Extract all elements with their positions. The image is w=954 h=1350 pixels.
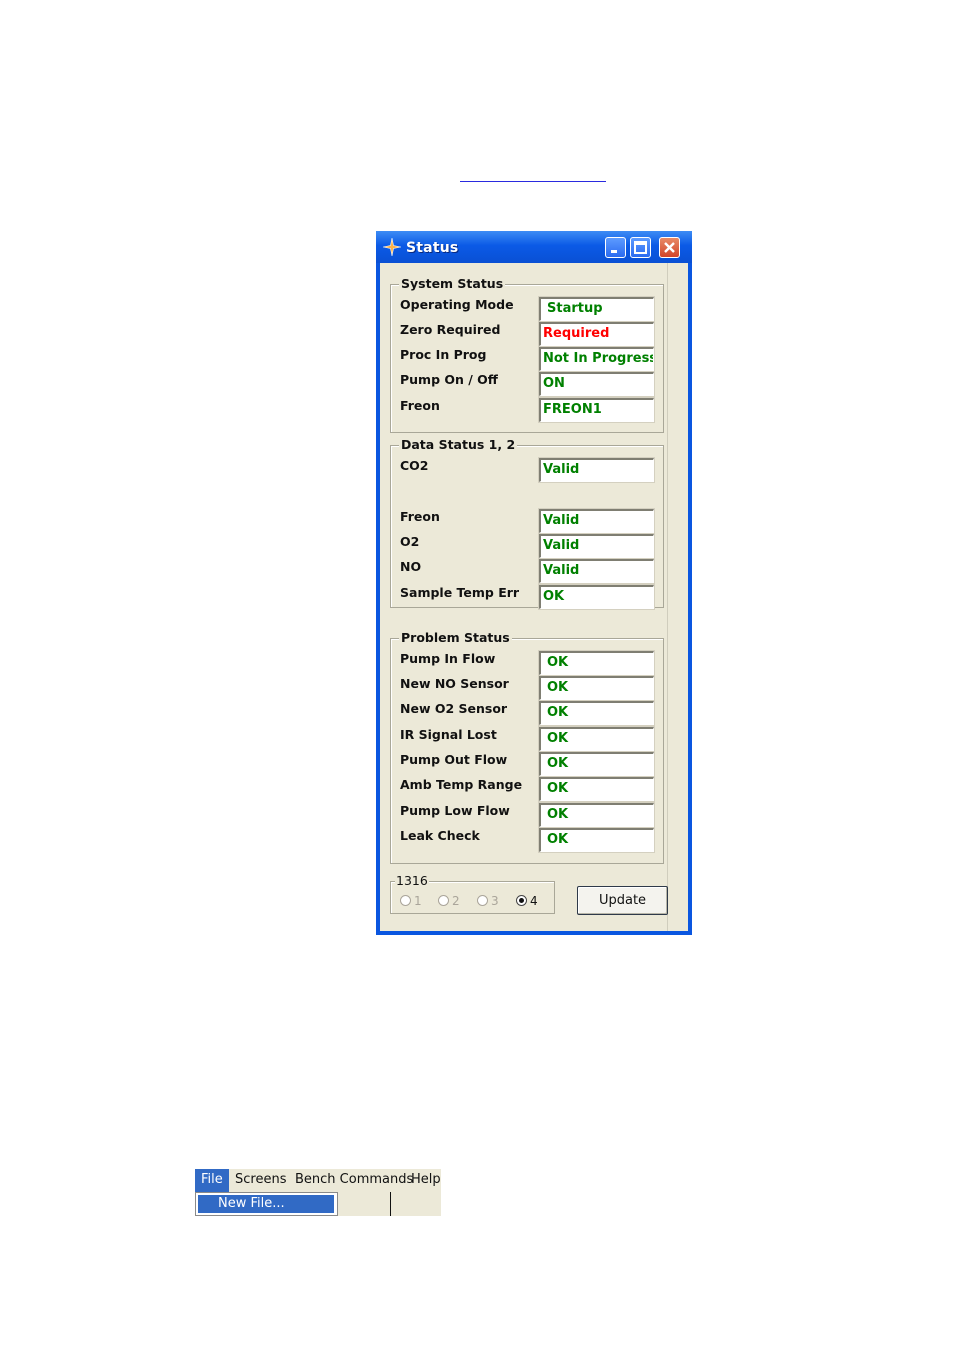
menu-file[interactable]: File [195, 1169, 229, 1192]
no-field: Valid [538, 558, 655, 584]
title-bar[interactable]: Status [376, 231, 692, 263]
co2-field: Valid [538, 457, 655, 483]
bench-group-title: 1316 [395, 873, 429, 889]
ir-signal-lost-field: OK [538, 726, 655, 752]
o2-label: O2 [400, 534, 420, 549]
proc-in-prog-label: Proc In Prog [400, 347, 487, 362]
pump-out-flow-field: OK [538, 751, 655, 777]
no-label: NO [400, 559, 422, 574]
menu-new-file[interactable]: New File... [198, 1195, 334, 1213]
sample-temp-err-label: Sample Temp Err [400, 585, 520, 600]
maximize-icon [634, 241, 647, 254]
minimize-button[interactable] [605, 237, 626, 258]
pump-low-flow-label: Pump Low Flow [400, 803, 510, 818]
pump-in-flow-label: Pump In Flow [400, 651, 496, 666]
new-o2-sensor-field: OK [538, 700, 655, 726]
co2-label: CO2 [400, 458, 429, 473]
menu-screens[interactable]: Screens [229, 1169, 292, 1192]
pump-out-flow-label: Pump Out Flow [400, 752, 508, 767]
status-window: Status System Status Operating Mode Star… [376, 231, 692, 935]
operating-mode-label: Operating Mode [400, 297, 514, 312]
pump-on-off-label: Pump On / Off [400, 372, 498, 387]
update-button[interactable]: Update [577, 886, 668, 915]
new-o2-sensor-label: New O2 Sensor [400, 701, 508, 716]
bench-radio-2[interactable]: 2 [438, 894, 460, 908]
o2-field: Valid [538, 533, 655, 559]
system-status-title: System Status [399, 276, 506, 292]
sample-temp-err-field: OK [538, 584, 655, 610]
maximize-button[interactable] [630, 237, 651, 258]
new-no-sensor-label: New NO Sensor [400, 676, 509, 691]
new-no-sensor-field: OK [538, 675, 655, 701]
operating-mode-field: Startup [538, 296, 655, 322]
app-icon [383, 238, 401, 256]
bench-radio-3[interactable]: 3 [477, 894, 499, 908]
data-status-title: Data Status 1, 2 [399, 437, 518, 453]
menu-bar: File Screens Bench Commands Help New Fil… [195, 1169, 441, 1216]
data-freon-label: Freon [400, 509, 440, 524]
window-title: Status [406, 240, 459, 256]
pump-in-flow-field: OK [538, 650, 655, 676]
amb-temp-range-label: Amb Temp Range [400, 777, 523, 792]
minimize-icon [611, 250, 617, 253]
window-client-area: System Status Operating Mode Startup Zer… [380, 263, 688, 931]
close-button[interactable] [659, 237, 680, 258]
zero-required-field: Required [538, 321, 655, 347]
close-icon [664, 242, 675, 253]
bench-radio-4[interactable]: 4 [516, 894, 538, 908]
file-dropdown: New File... [195, 1192, 338, 1216]
menu-help[interactable]: Help [405, 1169, 447, 1192]
hyperlink-underline[interactable] [460, 181, 606, 182]
zero-required-label: Zero Required [400, 322, 501, 337]
bench-radio-1[interactable]: 1 [400, 894, 422, 908]
pump-low-flow-field: OK [538, 802, 655, 828]
proc-in-prog-field: Not In Progress [538, 346, 655, 372]
leak-check-field: OK [538, 827, 655, 853]
freon-field: FREON1 [538, 397, 655, 423]
pump-on-off-field: ON [538, 371, 655, 397]
amb-temp-range-field: OK [538, 776, 655, 802]
data-freon-field: Valid [538, 508, 655, 534]
leak-check-label: Leak Check [400, 828, 480, 843]
freon-label: Freon [400, 398, 440, 413]
ir-signal-lost-label: IR Signal Lost [400, 727, 497, 742]
menu-bench-commands[interactable]: Bench Commands [289, 1169, 419, 1192]
problem-status-title: Problem Status [399, 630, 512, 646]
